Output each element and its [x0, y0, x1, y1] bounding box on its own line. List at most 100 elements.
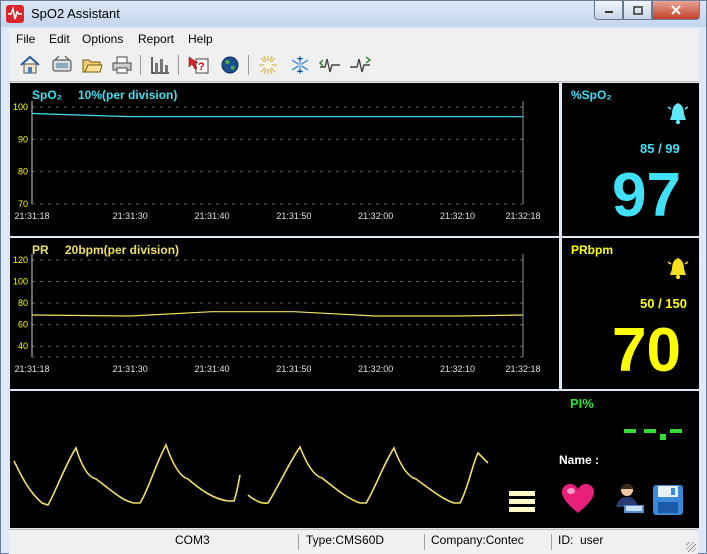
- y-tick-label: 70: [18, 199, 28, 209]
- window-controls: [594, 1, 700, 21]
- y-tick-label: 100: [13, 277, 28, 287]
- title-bar[interactable]: SpO2 Assistant: [1, 1, 706, 27]
- pr-alarm-bell-icon[interactable]: [667, 256, 689, 282]
- spo2-value: 97: [612, 161, 681, 230]
- minimize-icon: [604, 11, 613, 13]
- snowflake-icon: [291, 56, 309, 74]
- name-label: Name :: [559, 453, 600, 467]
- close-button[interactable]: [652, 1, 700, 20]
- print-icon: [112, 56, 132, 74]
- save-button[interactable]: [652, 484, 684, 516]
- y-tick-label: 120: [13, 255, 28, 265]
- snowflake-button[interactable]: [287, 53, 313, 77]
- x-tick-label: 21:31:18: [14, 211, 49, 221]
- waveform-right-button[interactable]: [347, 53, 373, 77]
- help-button[interactable]: ?: [185, 53, 211, 77]
- menu-report[interactable]: Report: [138, 32, 174, 46]
- x-tick-label: 21:31:50: [276, 364, 311, 374]
- toolbar-separator: [140, 55, 141, 75]
- toolbar-separator: [178, 55, 179, 75]
- status-separator: [298, 534, 299, 550]
- minimize-button[interactable]: [594, 1, 623, 20]
- maximize-icon: [632, 5, 643, 15]
- device-icon: [52, 55, 72, 72]
- x-tick-label: 21:32:18: [505, 211, 540, 221]
- heart-icon: [562, 484, 594, 513]
- status-user-id: ID: user: [558, 533, 604, 547]
- y-tick-label: 40: [18, 341, 28, 351]
- y-tick-label: 80: [18, 167, 28, 177]
- pr-value-panel: PRbpm 50 / 150 70: [562, 238, 699, 389]
- toolbar: ?: [9, 49, 698, 82]
- user-icon: [616, 484, 644, 513]
- window-title: SpO2 Assistant: [31, 6, 120, 21]
- save-icon: [653, 485, 683, 515]
- status-separator: [551, 534, 552, 550]
- close-icon: [671, 5, 681, 15]
- waveform-right-icon: [350, 56, 371, 73]
- x-tick-label: 21:32:00: [358, 364, 393, 374]
- pleth-waveform: [13, 443, 489, 506]
- maximize-button[interactable]: [623, 1, 652, 20]
- x-tick-label: 21:31:50: [276, 211, 311, 221]
- help-cursor-icon: ?: [188, 56, 209, 74]
- x-tick-label: 21:32:18: [505, 364, 540, 374]
- spo2-alarm-bell-icon[interactable]: [667, 101, 689, 127]
- menu-bar: File Edit Options Report Help: [9, 29, 698, 50]
- pleth-panel: PI% - - . - Name :: [10, 391, 699, 528]
- home-button[interactable]: [17, 53, 43, 77]
- app-logo-icon: [6, 5, 24, 23]
- x-tick-label: 21:32:10: [440, 211, 475, 221]
- pr-trend-chart: 120 100 80 60 40 21:31:18 21:31:30 21:31:40 21:3…: [13, 254, 541, 374]
- resize-grip[interactable]: [686, 542, 696, 552]
- spo2-value-panel: %SpO₂ 85 / 99 97: [562, 83, 699, 236]
- svg-text:?: ?: [198, 61, 205, 73]
- spo2-trend-chart: 100 90 80 70 21:31:18 21:31:30 21:31:40 21:31:5…: [13, 101, 541, 221]
- menu-options[interactable]: Options: [82, 32, 123, 46]
- spo2-label: %SpO₂: [571, 88, 612, 102]
- spo2-alarm-limits: 85 / 99: [640, 141, 680, 156]
- user-button[interactable]: [612, 481, 646, 515]
- pr-value: 70: [612, 316, 681, 385]
- pr-graph-panel: PR 20bpm(per division) 120 100 80 60 40 21:31…: [10, 238, 559, 389]
- x-tick-label: 21:32:10: [440, 364, 475, 374]
- waveform-left-button[interactable]: [317, 53, 343, 77]
- heart-button[interactable]: [561, 483, 595, 515]
- sun-icon: [259, 55, 277, 75]
- globe-icon: [221, 56, 239, 74]
- home-icon: [20, 55, 40, 74]
- x-tick-label: 21:31:30: [113, 211, 148, 221]
- sun-button[interactable]: [255, 53, 281, 77]
- print-button[interactable]: [109, 53, 135, 77]
- open-folder-icon: [82, 59, 103, 73]
- device-button[interactable]: [49, 53, 75, 77]
- pi-value-dashes: [624, 429, 682, 440]
- status-company: Company:Contec: [431, 533, 524, 547]
- bars-icon: [509, 491, 535, 512]
- x-tick-label: 21:32:00: [358, 211, 393, 221]
- web-button[interactable]: [217, 53, 243, 77]
- open-button[interactable]: [79, 53, 105, 77]
- menu-edit[interactable]: Edit: [49, 32, 70, 46]
- pi-label: PI%: [570, 396, 594, 411]
- status-port: COM3: [175, 533, 210, 547]
- menu-file[interactable]: File: [16, 32, 35, 46]
- status-device-type: Type:CMS60D: [306, 533, 385, 547]
- waveform-left-icon: [319, 58, 340, 73]
- series-line: [31, 311, 524, 317]
- x-tick-label: 21:31:40: [195, 211, 230, 221]
- menu-help[interactable]: Help: [188, 32, 213, 46]
- x-tick-label: 21:31:30: [113, 364, 148, 374]
- y-tick-label: 60: [18, 320, 28, 330]
- pr-alarm-limits: 50 / 150: [640, 296, 687, 311]
- bars-button[interactable]: [508, 489, 536, 515]
- chart-button[interactable]: [147, 53, 173, 77]
- spo2-graph-panel: SpO₂ 10%(per division) 100 90 80 70 21:31:18…: [10, 83, 559, 236]
- y-tick-label: 100: [13, 102, 28, 112]
- x-tick-label: 21:31:18: [14, 364, 49, 374]
- status-separator: [424, 534, 425, 550]
- series-line: [31, 112, 523, 118]
- toolbar-separator: [248, 55, 249, 75]
- y-tick-label: 80: [18, 298, 28, 308]
- x-tick-label: 21:31:40: [195, 364, 230, 374]
